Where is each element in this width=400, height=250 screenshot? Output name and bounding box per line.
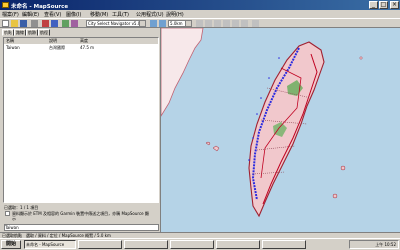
- menu-image[interactable]: 圖像(I): [66, 11, 81, 18]
- task-mapsource[interactable]: 未命名 - MapSource: [24, 240, 76, 249]
- column-altitude[interactable]: 高度: [80, 38, 88, 44]
- tab-routes[interactable]: 路線: [14, 29, 26, 36]
- name-field[interactable]: Taiwan: [4, 224, 159, 231]
- route-tool-icon[interactable]: [223, 20, 230, 27]
- open-icon[interactable]: [11, 20, 18, 27]
- task-button[interactable]: [124, 240, 168, 249]
- find-icon[interactable]: [62, 20, 69, 27]
- menu-bar: 檔案(F) 編輯(E) 查看(V) 圖像(I) 移動(M) 工具(T) 公用程式…: [0, 10, 400, 18]
- show-on-map-checkbox[interactable]: [5, 211, 10, 216]
- table-row[interactable]: Taiwan 台灣國際 47.5 m: [4, 45, 158, 51]
- task-button[interactable]: [78, 240, 122, 249]
- minimize-button[interactable]: _: [369, 1, 378, 9]
- receive-icon[interactable]: [42, 20, 49, 27]
- waypoint-list[interactable]: [3, 37, 159, 203]
- zoom-out-icon[interactable]: [159, 20, 166, 27]
- island: [205, 141, 211, 146]
- chevron-down-icon: [185, 21, 191, 26]
- task-button[interactable]: [262, 240, 306, 249]
- tab-tracks[interactable]: 航跡: [26, 29, 38, 36]
- chevron-down-icon: [139, 21, 145, 26]
- print-icon[interactable]: [31, 20, 38, 27]
- task-button[interactable]: [170, 240, 214, 249]
- zoom-select[interactable]: 5.0km: [168, 20, 192, 27]
- erase-tool-icon[interactable]: [252, 20, 259, 27]
- waypoint-altitude: 47.5 m: [80, 45, 95, 50]
- waypoint-list-header: 名稱 說明 高度: [4, 38, 158, 44]
- measure-tool-icon[interactable]: [241, 20, 248, 27]
- start-button[interactable]: 開始: [1, 240, 21, 249]
- zoom-value: 5.0km: [170, 21, 183, 26]
- window-title: 未命名 - MapSource: [11, 4, 69, 10]
- island: [359, 56, 363, 60]
- column-name[interactable]: 名稱: [6, 38, 14, 44]
- mainland-coast: [161, 28, 204, 117]
- toolbar: City Select Navigator v5.00 5.0km: [0, 18, 400, 28]
- app-icon: [2, 2, 9, 8]
- zoom-in-icon[interactable]: [150, 20, 157, 27]
- menu-file[interactable]: 檔案(F): [2, 11, 19, 18]
- menu-edit[interactable]: 編輯(E): [22, 11, 39, 18]
- map-product-value: City Select Navigator v5.00: [88, 21, 143, 26]
- taskbar: 開始 未命名 - MapSource 上午 10:52: [0, 238, 400, 250]
- clock[interactable]: 上午 10:52: [375, 242, 396, 247]
- green-island: [340, 165, 346, 171]
- save-icon[interactable]: [20, 20, 27, 27]
- new-icon[interactable]: [2, 20, 9, 27]
- map-view[interactable]: [161, 28, 400, 232]
- select-tool-icon[interactable]: [205, 20, 212, 27]
- system-tray: 上午 10:52: [349, 240, 399, 249]
- tab-courses[interactable]: 航徑: [38, 29, 50, 36]
- send-icon[interactable]: [51, 20, 58, 27]
- column-description[interactable]: 說明: [49, 38, 57, 44]
- close-button[interactable]: ×: [390, 1, 399, 9]
- task-button[interactable]: [216, 240, 260, 249]
- menu-utilities[interactable]: 公用程式(U): [136, 11, 164, 18]
- title-bar: 未命名 - MapSource _ □ ×: [0, 0, 400, 10]
- waypoint-name: Taiwan: [6, 45, 20, 50]
- waypoint-tool-icon[interactable]: [214, 20, 221, 27]
- hand-tool-icon[interactable]: [196, 20, 203, 27]
- menu-help[interactable]: 說明(H): [166, 11, 184, 18]
- track-tool-icon[interactable]: [232, 20, 239, 27]
- orchid-island: [332, 193, 338, 199]
- menu-move[interactable]: 移動(M): [90, 11, 108, 18]
- checkbox-label: 資料顯示於 ETM 及相容的 Garmin 裝置中傳送之項目，亦稱 MapSou…: [12, 211, 149, 221]
- tab-waypoints[interactable]: 航點: [2, 29, 14, 36]
- waypoint-description: 台灣國際: [49, 45, 65, 50]
- map-canvas: [161, 28, 363, 218]
- maximize-button[interactable]: □: [379, 1, 388, 9]
- penghu-islands: [212, 145, 220, 152]
- menu-view[interactable]: 查看(V): [44, 11, 61, 18]
- map-product-select[interactable]: City Select Navigator v5.00: [86, 20, 146, 27]
- map-tool-icon[interactable]: [71, 20, 78, 27]
- menu-tools[interactable]: 工具(T): [112, 11, 129, 18]
